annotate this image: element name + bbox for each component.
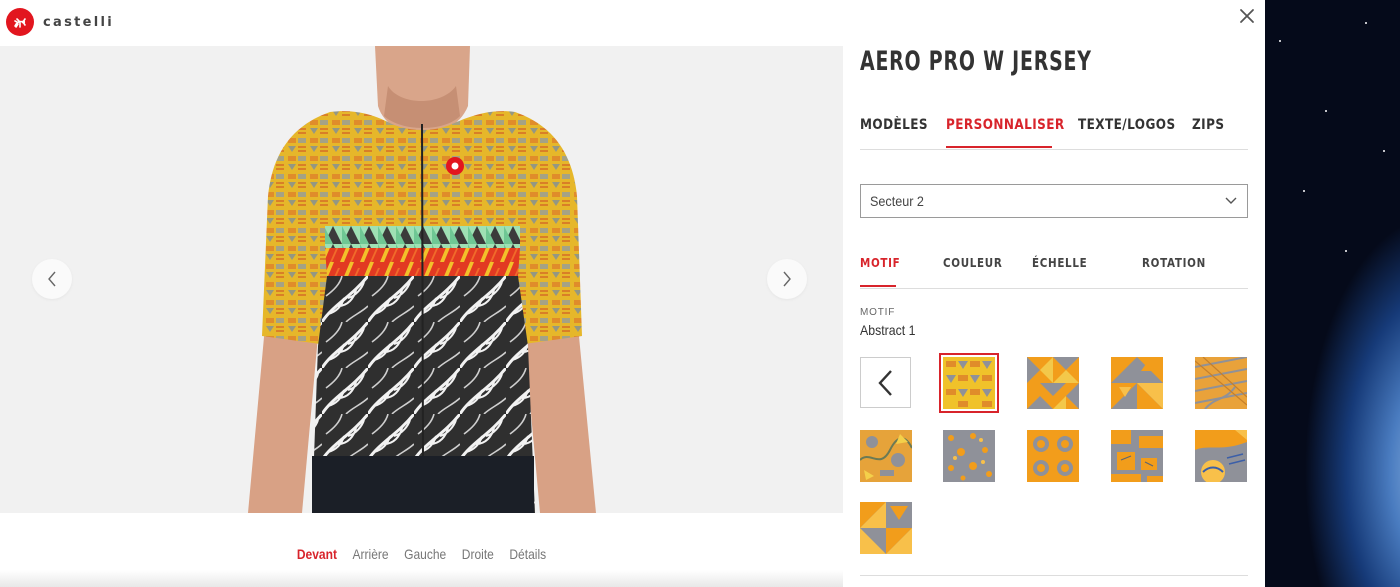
customization-panel: AERO PRO W JERSEY MODÈLES PERSONNALISER …: [860, 0, 1248, 587]
jersey-image: [248, 46, 596, 513]
view-tab-details[interactable]: Détails: [509, 546, 546, 562]
motif-swatch-grey-dots[interactable]: [943, 430, 995, 482]
next-view-button[interactable]: [767, 259, 807, 299]
view-tab-droite[interactable]: Droite: [462, 546, 494, 562]
subtab-rotation[interactable]: ROTATION: [1142, 256, 1206, 270]
tab-zips[interactable]: ZIPS: [1192, 117, 1224, 133]
chevron-left-icon: [877, 369, 892, 396]
bottom-shade: [0, 570, 843, 587]
chevron-right-icon: [783, 271, 791, 287]
active-tab-underline: [946, 146, 1052, 148]
background-earth-image: [1265, 0, 1400, 587]
motif-swatch-sun-waves[interactable]: [1195, 430, 1247, 482]
view-tab-arriere[interactable]: Arrière: [352, 546, 388, 562]
motif-label: MOTIF: [860, 307, 896, 318]
motif-swatch-orange-grey-lines[interactable]: [1195, 357, 1247, 409]
subtab-motif[interactable]: MOTIF: [860, 256, 900, 270]
view-tab-devant[interactable]: Devant: [297, 546, 337, 562]
motif-swatch-triangle-grid[interactable]: [860, 502, 912, 554]
brand-logo[interactable]: castelli: [6, 8, 114, 36]
subtab-echelle[interactable]: ÉCHELLE: [1032, 256, 1087, 270]
product-preview: [0, 46, 843, 513]
motif-swatch-orange-triangles[interactable]: [1111, 357, 1163, 409]
motif-swatch-geometric-triangles[interactable]: [1027, 357, 1079, 409]
main-tabs: MODÈLES PERSONNALISER TEXTE/LOGOS ZIPS: [860, 117, 1248, 150]
chevron-down-icon: [1225, 197, 1237, 204]
panel-divider: [860, 575, 1248, 576]
tab-texte-logos[interactable]: TEXTE/LOGOS: [1078, 117, 1176, 133]
product-title: AERO PRO W JERSEY: [860, 46, 1092, 77]
motif-swatch-orange-blocks[interactable]: [1111, 430, 1163, 482]
tab-personnaliser[interactable]: PERSONNALISER: [946, 117, 1065, 133]
sector-select[interactable]: Secteur 2: [860, 184, 1248, 218]
sub-tabs: MOTIF COULEUR ÉCHELLE ROTATION: [860, 256, 1248, 289]
motif-swatch-abstract-1[interactable]: [939, 353, 999, 413]
view-tab-gauche[interactable]: Gauche: [404, 546, 446, 562]
active-subtab-underline: [860, 285, 896, 287]
motif-current-name: Abstract 1: [860, 322, 916, 338]
motif-swatch-orange-circles[interactable]: [1027, 430, 1079, 482]
sector-select-value: Secteur 2: [870, 193, 924, 209]
motif-swatch-mixed-abstract[interactable]: [860, 430, 912, 482]
motif-back-button[interactable]: [860, 357, 911, 408]
customizer-modal: castelli Devant Arrière Gauche Droite Dé…: [0, 0, 1265, 587]
brand-name: castelli: [43, 14, 115, 30]
previous-view-button[interactable]: [32, 259, 72, 299]
scorpion-logo-icon: [6, 8, 34, 36]
view-tabs: Devant Arrière Gauche Droite Détails: [59, 546, 784, 562]
subtab-couleur[interactable]: COULEUR: [943, 256, 1003, 270]
chevron-left-icon: [48, 271, 56, 287]
tab-modeles[interactable]: MODÈLES: [860, 117, 928, 133]
